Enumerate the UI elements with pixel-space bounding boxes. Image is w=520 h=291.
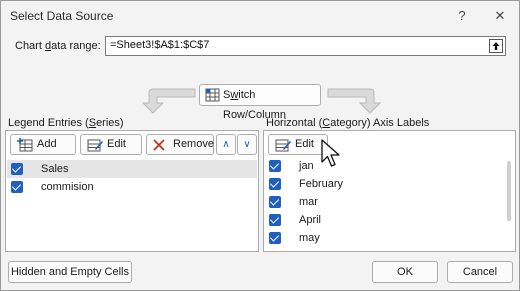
- help-button[interactable]: ?: [453, 7, 471, 25]
- axis-labels-panel: Edit jan February mar April may: [263, 130, 516, 252]
- chart-data-range-value: =Sheet3!$A$1:$C$7: [110, 39, 210, 51]
- edit-table-icon: [87, 139, 103, 152]
- axis-label-checkbox[interactable]: [269, 232, 281, 244]
- remove-x-icon: [153, 139, 165, 151]
- axis-label-row[interactable]: jan: [265, 157, 501, 175]
- add-table-icon: [17, 138, 33, 152]
- ok-button[interactable]: OK: [372, 261, 438, 283]
- axis-label-text: may: [299, 232, 320, 244]
- mouse-pointer-icon: [321, 139, 340, 167]
- switch-row-column-button[interactable]: Switch Row/Column: [199, 84, 321, 121]
- switch-row-column-icon: [205, 88, 220, 102]
- axis-label-checkbox[interactable]: [269, 178, 281, 190]
- axis-label-checkbox[interactable]: [269, 160, 281, 172]
- legend-entry-checkbox[interactable]: [11, 181, 23, 193]
- chevron-down-icon: ∨: [243, 139, 251, 150]
- cancel-button[interactable]: Cancel: [447, 261, 513, 283]
- edit-axis-labels-button[interactable]: Edit: [268, 134, 328, 155]
- legend-entry-label: Sales: [41, 163, 69, 175]
- axis-label-text: April: [299, 214, 322, 226]
- legend-entry-label: commision: [41, 181, 94, 193]
- select-data-source-dialog: Select Data Source ? ✕ Chart data range:…: [0, 0, 520, 291]
- chevron-up-icon: ∧: [222, 139, 230, 150]
- legend-entry-row[interactable]: Sales: [7, 160, 257, 178]
- axis-label-row[interactable]: April: [265, 211, 501, 229]
- legend-entry-row[interactable]: commision: [7, 178, 257, 196]
- close-button[interactable]: ✕: [491, 7, 509, 25]
- axis-label-row[interactable]: mar: [265, 193, 501, 211]
- axis-label-checkbox[interactable]: [269, 214, 281, 226]
- axis-labels-scrollbar[interactable]: [507, 161, 511, 221]
- hidden-empty-cells-button[interactable]: Hidden and Empty Cells: [8, 261, 132, 283]
- move-up-button[interactable]: ∧: [216, 134, 236, 155]
- chart-data-range-label: Chart data range:: [15, 40, 101, 52]
- remove-series-button[interactable]: Remove: [146, 134, 214, 155]
- edit-table-icon: [275, 139, 291, 152]
- dialog-title: Select Data Source: [10, 9, 114, 23]
- chart-data-range-input[interactable]: =Sheet3!$A$1:$C$7: [105, 36, 506, 56]
- axis-label-row[interactable]: February: [265, 175, 501, 193]
- axis-label-row[interactable]: may: [265, 229, 501, 247]
- add-series-button[interactable]: Add: [10, 134, 76, 155]
- axis-label-text: February: [299, 178, 344, 190]
- legend-entries-panel: Add Edit Remove ∧ ∨ Sales commision: [5, 130, 259, 252]
- legend-entries-title: Legend Entries (Series): [8, 117, 124, 129]
- collapse-dialog-button[interactable]: [489, 39, 503, 53]
- title-bar: Select Data Source ? ✕: [1, 1, 519, 31]
- move-down-button[interactable]: ∨: [237, 134, 257, 155]
- axis-label-checkbox[interactable]: [269, 196, 281, 208]
- right-curved-arrow-icon: [327, 88, 382, 114]
- edit-series-button[interactable]: Edit: [80, 134, 142, 155]
- axis-labels-title: Horizontal (Category) Axis Labels: [266, 117, 430, 129]
- left-curved-arrow-icon: [141, 88, 196, 114]
- arrow-up-icon: [492, 42, 500, 50]
- legend-entry-checkbox[interactable]: [11, 163, 23, 175]
- axis-label-text: jan: [299, 160, 314, 172]
- axis-label-text: mar: [299, 196, 318, 208]
